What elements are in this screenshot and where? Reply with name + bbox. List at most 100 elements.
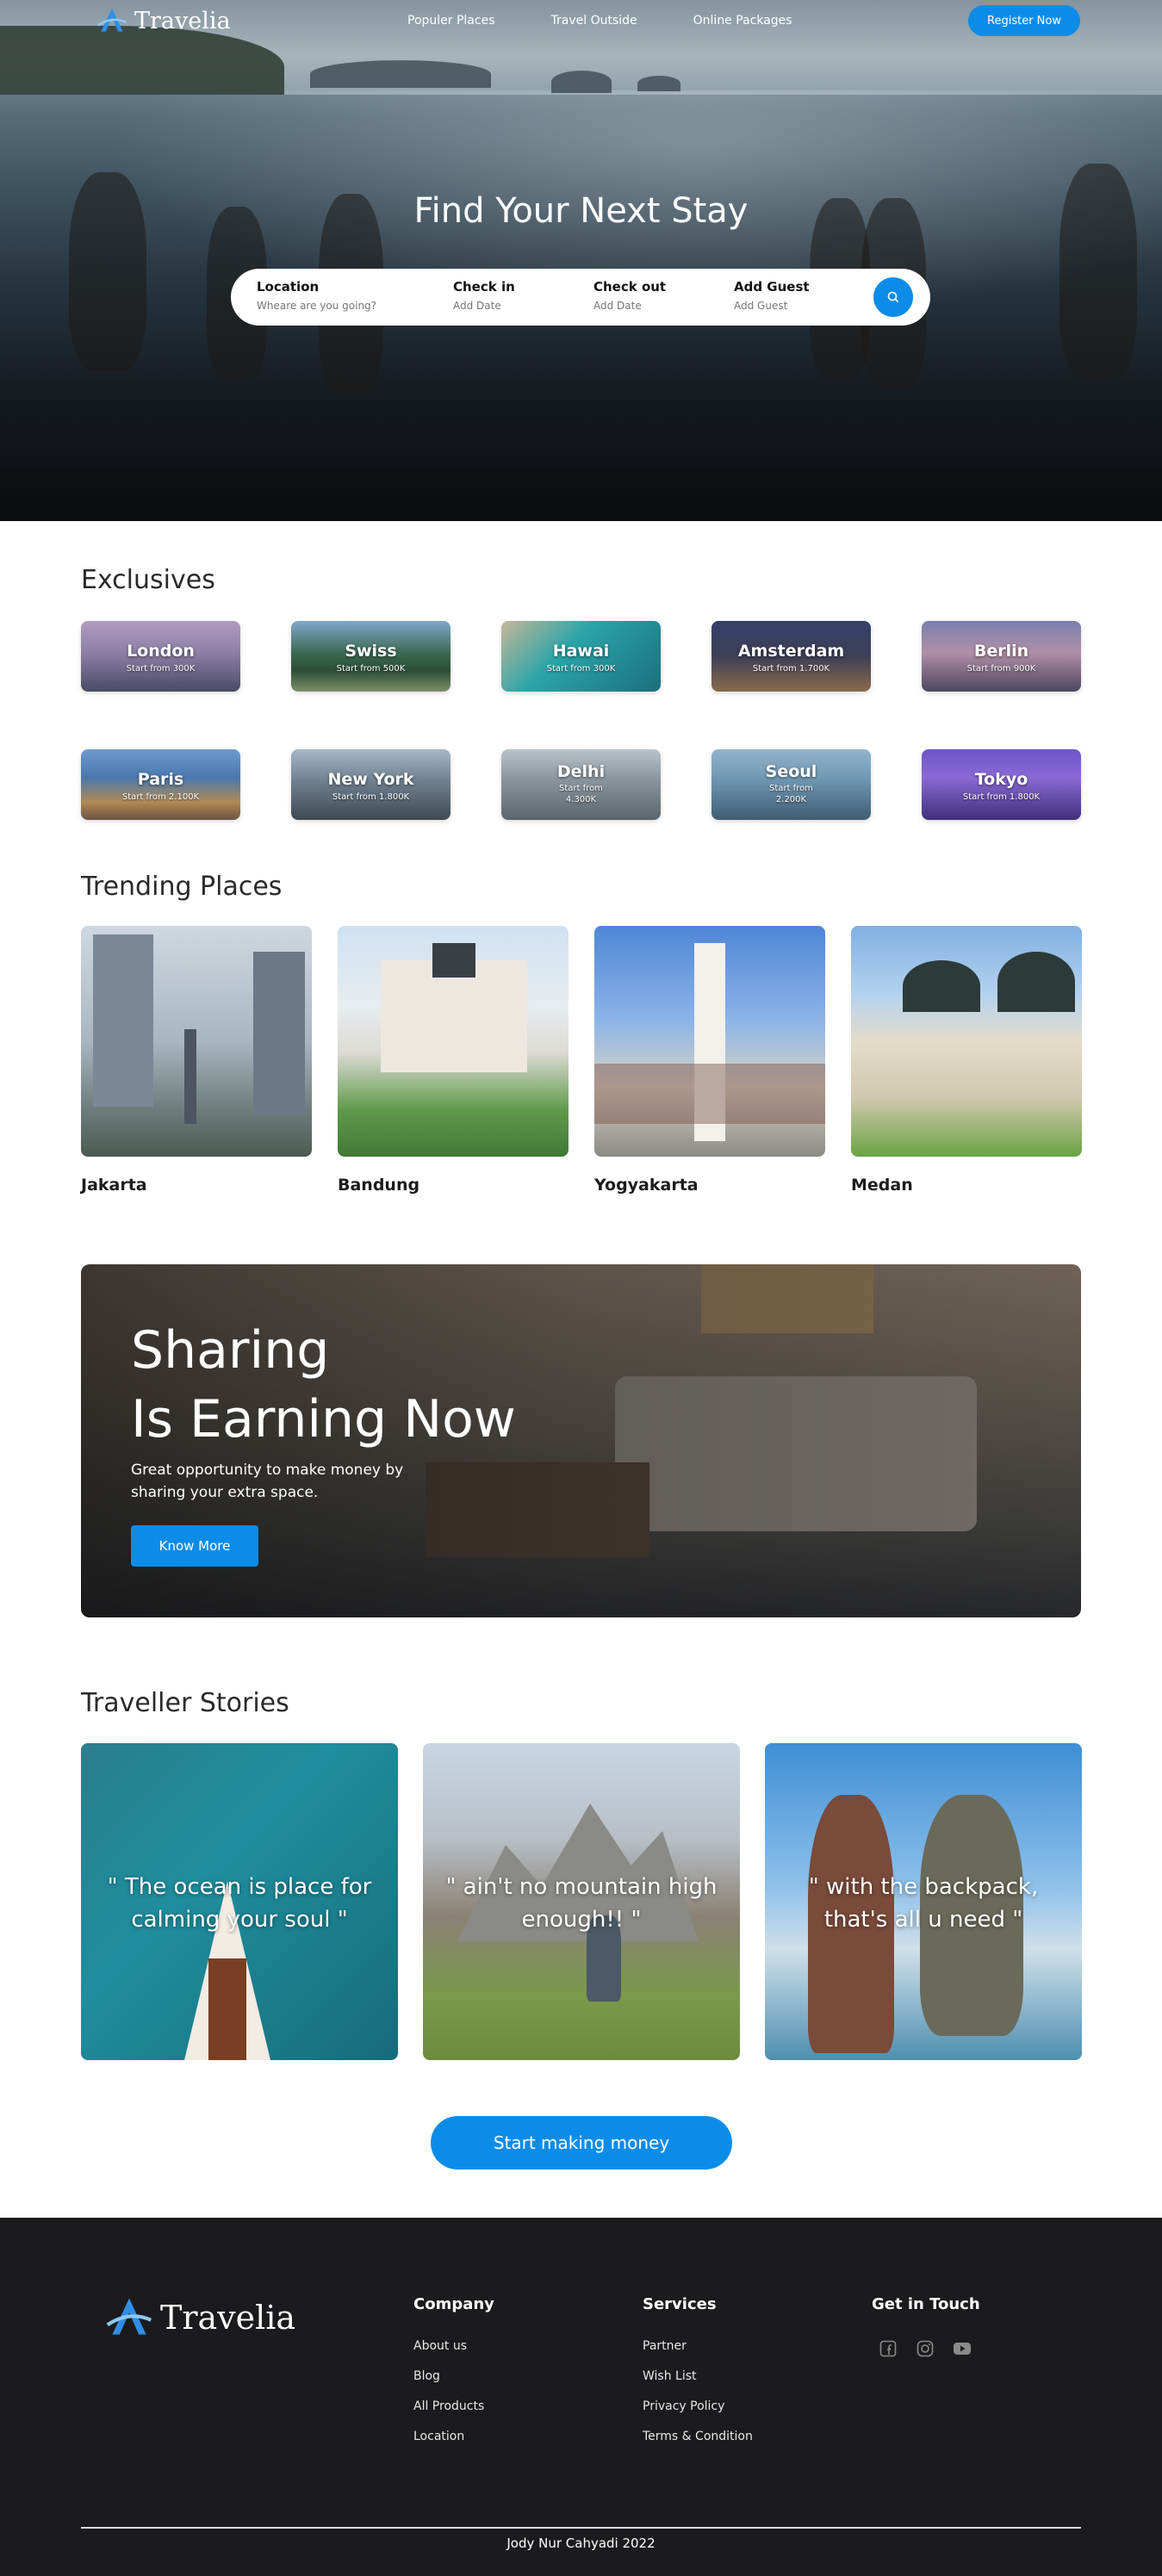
logo-icon [106, 2298, 152, 2335]
exclusive-card-seoul[interactable]: Seoul Start from 2.200K [711, 749, 871, 820]
start-making-money-button[interactable]: Start making money [431, 2116, 732, 2169]
know-more-button[interactable]: Know More [131, 1525, 258, 1567]
search-button[interactable] [873, 277, 913, 317]
logo-icon [97, 8, 127, 32]
brand-logo[interactable]: Travelia [96, 5, 231, 36]
checkout-field[interactable]: Check out [593, 279, 705, 312]
footer-link-partner[interactable]: Partner [643, 2339, 753, 2353]
banner-heading-line1: Sharing [131, 1320, 330, 1381]
sharing-banner: Sharing Is Earning Now Great opportunity… [81, 1264, 1081, 1617]
footer-services: Services Partner Wish List Privacy Polic… [643, 2295, 753, 2460]
trending-image [338, 926, 569, 1157]
trending-name: Yogyakarta [594, 1176, 699, 1195]
trending-image [81, 926, 312, 1157]
story-quote: " ain't no mountain high enough!! " [445, 1874, 718, 1933]
location-field[interactable]: Location [257, 279, 412, 312]
banner-heading-line2: Is Earning Now [131, 1389, 516, 1449]
top-navbar: Travelia Populer Places Travel Outside O… [0, 0, 1162, 43]
trending-name: Medan [851, 1176, 913, 1195]
checkin-input[interactable] [453, 300, 565, 312]
instagram-icon[interactable] [916, 2339, 935, 2358]
exclusive-card-swiss[interactable]: Swiss Start from 500K [291, 621, 451, 692]
exclusive-name: London [127, 642, 195, 661]
exclusive-price: Start from 500K [336, 664, 406, 673]
footer-link-privacy-policy[interactable]: Privacy Policy [643, 2399, 753, 2413]
location-input[interactable] [257, 300, 412, 312]
exclusive-card-london[interactable]: London Start from 300K [81, 621, 240, 692]
footer-copyright: Jody Nur Cahyadi 2022 [506, 2536, 656, 2551]
exclusives-title: Exclusives [81, 565, 215, 595]
exclusive-name: Swiss [345, 642, 397, 661]
hero-island [637, 76, 680, 91]
exclusive-price: Start from 1.800K [962, 792, 1041, 802]
story-card-backpack[interactable]: " with the backpack, that's all u need " [765, 1743, 1082, 2060]
guest-input[interactable] [734, 300, 846, 312]
exclusive-price: Start from 1.700K [752, 664, 830, 673]
trending-name: Bandung [338, 1176, 420, 1195]
checkout-label: Check out [593, 279, 667, 295]
footer-brand-logo[interactable]: Travelia [105, 2294, 295, 2342]
register-button[interactable]: Register Now [968, 5, 1080, 36]
exclusive-price: Start from 900K [966, 664, 1036, 673]
footer-company-title: Company [413, 2295, 494, 2313]
footer-company: Company About us Blog All Products Locat… [413, 2295, 494, 2460]
story-quote: " The ocean is place for calming your so… [107, 1874, 372, 1933]
story-card-mountain[interactable]: " ain't no mountain high enough!! " [423, 1743, 740, 2060]
trending-name: Jakarta [81, 1176, 147, 1195]
footer-services-title: Services [643, 2295, 717, 2313]
guest-label: Add Guest [734, 279, 810, 295]
exclusive-card-paris[interactable]: Paris Start from 2.100K [81, 749, 240, 820]
story-card-ocean[interactable]: " The ocean is place for calming your so… [81, 1743, 398, 2060]
nav-link-populer-places[interactable]: Populer Places [407, 14, 495, 28]
trending-card-medan[interactable]: Medan [851, 926, 1082, 1195]
checkin-label: Check in [453, 279, 515, 295]
exclusive-name: Tokyo [974, 770, 1028, 789]
hero-island [310, 60, 491, 88]
exclusive-price: Start from 300K [126, 664, 196, 673]
exclusive-card-hawai[interactable]: Hawai Start from 300K [501, 621, 661, 692]
exclusive-price: Start from 2.200K [769, 784, 813, 804]
footer-link-terms[interactable]: Terms & Condition [643, 2430, 753, 2443]
story-quote: " with the backpack, that's all u need " [808, 1874, 1039, 1933]
nav-link-online-packages[interactable]: Online Packages [693, 14, 792, 28]
location-label: Location [257, 279, 320, 295]
nav-links: Populer Places Travel Outside Online Pac… [407, 14, 792, 28]
exclusive-price: Start from 4.300K [559, 784, 603, 804]
exclusive-name: Paris [137, 770, 184, 789]
trending-card-bandung[interactable]: Bandung [338, 926, 569, 1195]
social-links [879, 2339, 980, 2358]
footer-link-about-us[interactable]: About us [413, 2339, 494, 2353]
footer-brand-name: Travelia [160, 2299, 296, 2337]
footer-link-location[interactable]: Location [413, 2430, 494, 2443]
exclusive-card-tokyo[interactable]: Tokyo Start from 1.800K [922, 749, 1081, 820]
facebook-icon[interactable] [879, 2339, 898, 2358]
exclusive-name: Berlin [973, 642, 1029, 661]
checkout-input[interactable] [593, 300, 705, 312]
exclusive-card-amsterdam[interactable]: Amsterdam Start from 1.700K [711, 621, 871, 692]
nav-link-travel-outside[interactable]: Travel Outside [551, 14, 637, 28]
trending-image [594, 926, 825, 1157]
footer-divider [81, 2527, 1081, 2529]
stories-title: Traveller Stories [81, 1688, 289, 1718]
exclusive-name: Delhi [556, 762, 606, 781]
footer-link-wish-list[interactable]: Wish List [643, 2369, 753, 2383]
search-icon [887, 291, 899, 303]
footer-link-blog[interactable]: Blog [413, 2369, 494, 2383]
exclusive-card-delhi[interactable]: Delhi Start from 4.300K [501, 749, 661, 820]
trending-card-yogyakarta[interactable]: Yogyakarta [594, 926, 825, 1195]
youtube-icon[interactable] [953, 2339, 972, 2358]
trending-card-jakarta[interactable]: Jakarta [81, 926, 312, 1195]
guest-field[interactable]: Add Guest [734, 279, 846, 312]
exclusive-card-new-york[interactable]: New York Start from 1.800K [291, 749, 451, 820]
brand-name: Travelia [134, 7, 231, 34]
exclusive-name: New York [327, 770, 414, 789]
hero-island [551, 71, 612, 93]
exclusive-price: Start from 1.800K [332, 792, 410, 802]
search-bar: Location Check in Check out Add Guest [231, 269, 930, 326]
exclusive-name: Amsterdam [737, 642, 845, 661]
checkin-field[interactable]: Check in [453, 279, 565, 312]
footer: Travelia Company About us Blog All Produ… [0, 2218, 1162, 2576]
exclusive-price: Start from 2.100K [121, 792, 200, 802]
footer-link-all-products[interactable]: All Products [413, 2399, 494, 2413]
exclusive-card-berlin[interactable]: Berlin Start from 900K [922, 621, 1081, 692]
